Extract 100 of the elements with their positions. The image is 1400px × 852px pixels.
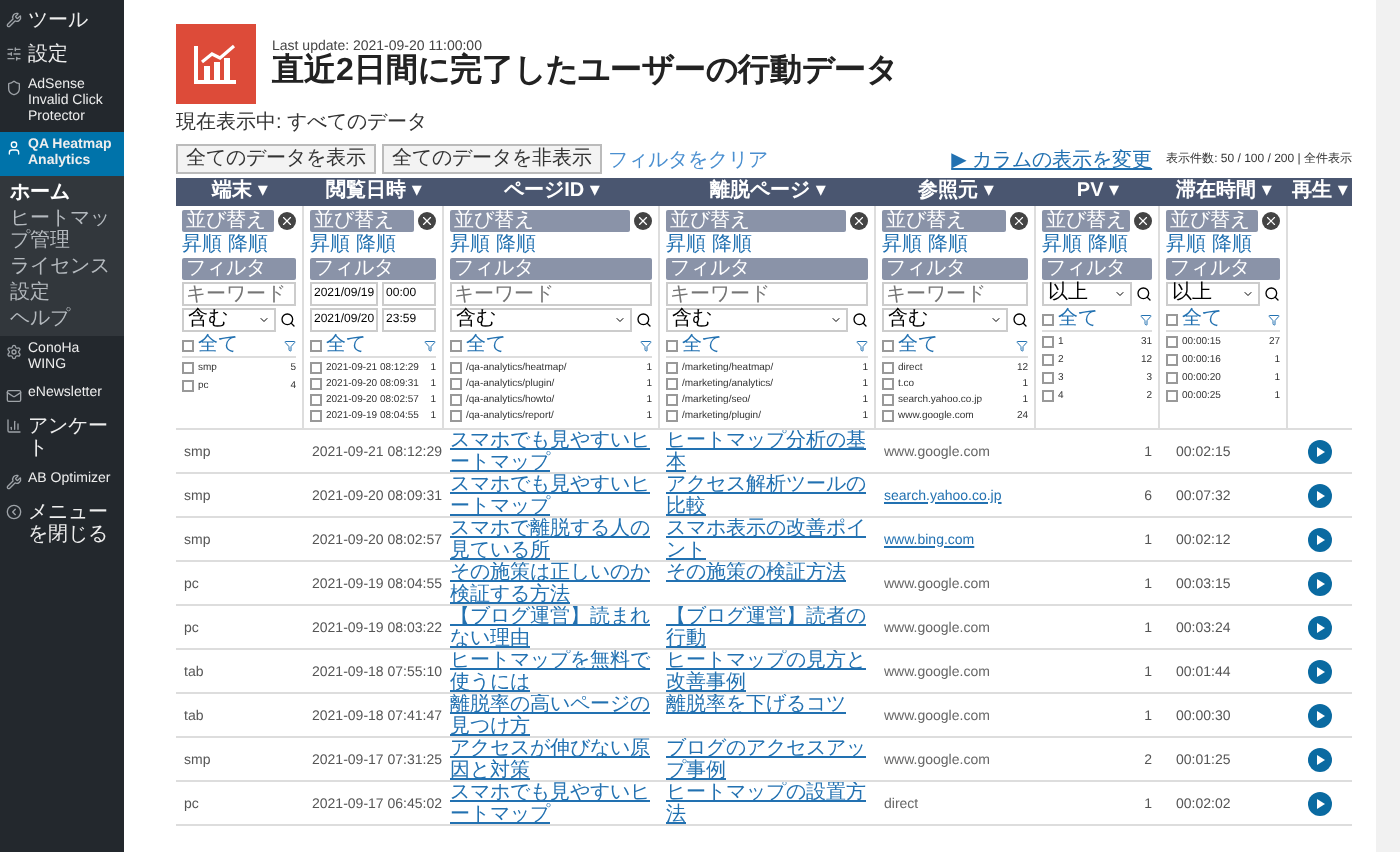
toggle-button[interactable]: 全てのデータを非表示 bbox=[382, 144, 602, 174]
play-button[interactable] bbox=[1308, 616, 1332, 640]
checkbox[interactable] bbox=[882, 377, 894, 390]
exit-page-link[interactable]: アクセス解析ツールの比較 bbox=[660, 474, 876, 518]
page-link[interactable]: スマホでも見やすいヒートマップ bbox=[444, 782, 660, 826]
filter-icon[interactable] bbox=[1140, 313, 1152, 325]
close-icon[interactable] bbox=[1134, 212, 1152, 230]
page-link[interactable]: スマホでも見やすいヒートマップ bbox=[444, 430, 660, 474]
checkbox[interactable] bbox=[882, 361, 894, 374]
checkbox[interactable] bbox=[1042, 336, 1054, 348]
keyword-field[interactable]: キーワード bbox=[182, 282, 296, 306]
search-icon[interactable] bbox=[1136, 286, 1152, 302]
checkbox[interactable] bbox=[666, 339, 678, 351]
checkbox[interactable] bbox=[1166, 313, 1178, 325]
checkbox[interactable] bbox=[310, 361, 322, 374]
condition-select[interactable]: 以上 bbox=[1166, 282, 1260, 306]
page-link[interactable]: 【ブログ運営】読まれない理由 bbox=[444, 606, 660, 650]
page-link[interactable]: アクセスが伸びない原因と対策 bbox=[444, 738, 660, 782]
checkbox[interactable] bbox=[666, 394, 678, 407]
sort-link[interactable]: 昇順 bbox=[1042, 234, 1082, 256]
column-header[interactable]: 参照元 ▾ bbox=[876, 178, 1036, 206]
checkbox[interactable] bbox=[1166, 354, 1178, 366]
condition-select[interactable]: 含む bbox=[450, 308, 632, 332]
checkbox[interactable] bbox=[450, 377, 462, 390]
filter-icon[interactable] bbox=[856, 339, 868, 351]
checkbox[interactable] bbox=[882, 410, 894, 423]
close-icon[interactable] bbox=[278, 212, 296, 230]
submenu-item[interactable]: ヘルプ bbox=[0, 306, 124, 332]
checkbox[interactable] bbox=[450, 339, 462, 351]
filter-icon[interactable] bbox=[1016, 339, 1028, 351]
close-icon[interactable] bbox=[1010, 212, 1028, 230]
close-icon[interactable] bbox=[850, 212, 868, 230]
checkbox[interactable] bbox=[1042, 313, 1054, 325]
play-button[interactable] bbox=[1308, 660, 1332, 684]
checkbox[interactable] bbox=[182, 339, 194, 351]
keyword-field[interactable]: キーワード bbox=[450, 282, 652, 306]
sort-link[interactable]: 降順 bbox=[1088, 234, 1128, 256]
play-button[interactable] bbox=[1308, 748, 1332, 772]
search-icon[interactable] bbox=[280, 312, 296, 328]
sort-link[interactable]: 昇順 bbox=[882, 234, 922, 256]
filter-icon[interactable] bbox=[640, 339, 652, 351]
close-icon[interactable] bbox=[418, 212, 436, 230]
sort-link[interactable]: 昇順 bbox=[666, 234, 706, 256]
submenu-item[interactable]: ホーム bbox=[0, 180, 124, 206]
sort-link[interactable]: 降順 bbox=[712, 234, 752, 256]
column-settings-link[interactable]: ▶ カラムの表示を変更 bbox=[951, 145, 1153, 173]
filter-icon[interactable] bbox=[1268, 313, 1280, 325]
keyword-field[interactable]: キーワード bbox=[666, 282, 868, 306]
sort-link[interactable]: 昇順 bbox=[182, 234, 222, 256]
submenu-item[interactable]: ヒートマップ管理 bbox=[0, 206, 124, 254]
column-header[interactable]: PV ▾ bbox=[1036, 178, 1160, 206]
select-all-link[interactable]: 全て bbox=[682, 334, 852, 356]
search-icon[interactable] bbox=[852, 312, 868, 328]
column-header[interactable]: ページID ▾ bbox=[444, 178, 660, 206]
close-icon[interactable] bbox=[1262, 212, 1280, 230]
column-header[interactable]: 滞在時間 ▾ bbox=[1160, 178, 1288, 206]
select-all-link[interactable]: 全て bbox=[466, 334, 636, 356]
column-header[interactable]: 離脱ページ ▾ bbox=[660, 178, 876, 206]
sort-link[interactable]: 降順 bbox=[228, 234, 268, 256]
checkbox[interactable] bbox=[1042, 372, 1054, 384]
condition-select[interactable]: 含む bbox=[666, 308, 848, 332]
checkbox[interactable] bbox=[882, 394, 894, 407]
exit-page-link[interactable]: 【ブログ運営】読者の行動 bbox=[660, 606, 876, 650]
checkbox[interactable] bbox=[450, 394, 462, 407]
page-link[interactable]: スマホでも見やすいヒートマップ bbox=[444, 474, 660, 518]
column-header[interactable]: 再生 ▾ bbox=[1288, 178, 1352, 206]
exit-page-link[interactable]: ブログのアクセスアップ事例 bbox=[660, 738, 876, 782]
search-icon[interactable] bbox=[1264, 286, 1280, 302]
sort-link[interactable]: 降順 bbox=[928, 234, 968, 256]
checkbox[interactable] bbox=[666, 410, 678, 423]
play-button[interactable] bbox=[1308, 484, 1332, 508]
checkbox[interactable] bbox=[1042, 390, 1054, 402]
select-all-link[interactable]: 全て bbox=[1058, 308, 1136, 330]
column-header[interactable]: 閲覧日時 ▾ bbox=[304, 178, 444, 206]
play-button[interactable] bbox=[1308, 704, 1332, 728]
filter-icon[interactable] bbox=[424, 339, 436, 351]
page-link[interactable]: その施策は正しいのか検証する方法 bbox=[444, 562, 660, 606]
column-header[interactable]: 端末 ▾ bbox=[176, 178, 304, 206]
sort-link[interactable]: 降順 bbox=[1212, 234, 1252, 256]
sidebar-item[interactable]: 設定 bbox=[0, 38, 124, 72]
checkbox[interactable] bbox=[310, 339, 322, 351]
sidebar-item[interactable]: アンケート bbox=[0, 410, 124, 466]
checkbox[interactable] bbox=[666, 361, 678, 374]
sort-link[interactable]: 降順 bbox=[356, 234, 396, 256]
submenu-item[interactable]: ライセンス bbox=[0, 254, 124, 280]
checkbox[interactable] bbox=[182, 362, 194, 374]
toggle-button[interactable]: 全てのデータを表示 bbox=[176, 144, 376, 174]
page-link[interactable]: スマホで離脱する人の見ている所 bbox=[444, 518, 660, 562]
checkbox[interactable] bbox=[310, 377, 322, 390]
checkbox[interactable] bbox=[666, 377, 678, 390]
filter-icon[interactable] bbox=[284, 339, 296, 351]
sort-link[interactable]: 降順 bbox=[496, 234, 536, 256]
search-icon[interactable] bbox=[636, 312, 652, 328]
sort-link[interactable]: 昇順 bbox=[310, 234, 350, 256]
sort-link[interactable]: 昇順 bbox=[450, 234, 490, 256]
close-icon[interactable] bbox=[634, 212, 652, 230]
condition-select[interactable]: 以上 bbox=[1042, 282, 1132, 306]
play-button[interactable] bbox=[1308, 792, 1332, 816]
select-all-link[interactable]: 全て bbox=[898, 334, 1012, 356]
clear-filter-link[interactable]: フィルタをクリア bbox=[608, 145, 768, 173]
